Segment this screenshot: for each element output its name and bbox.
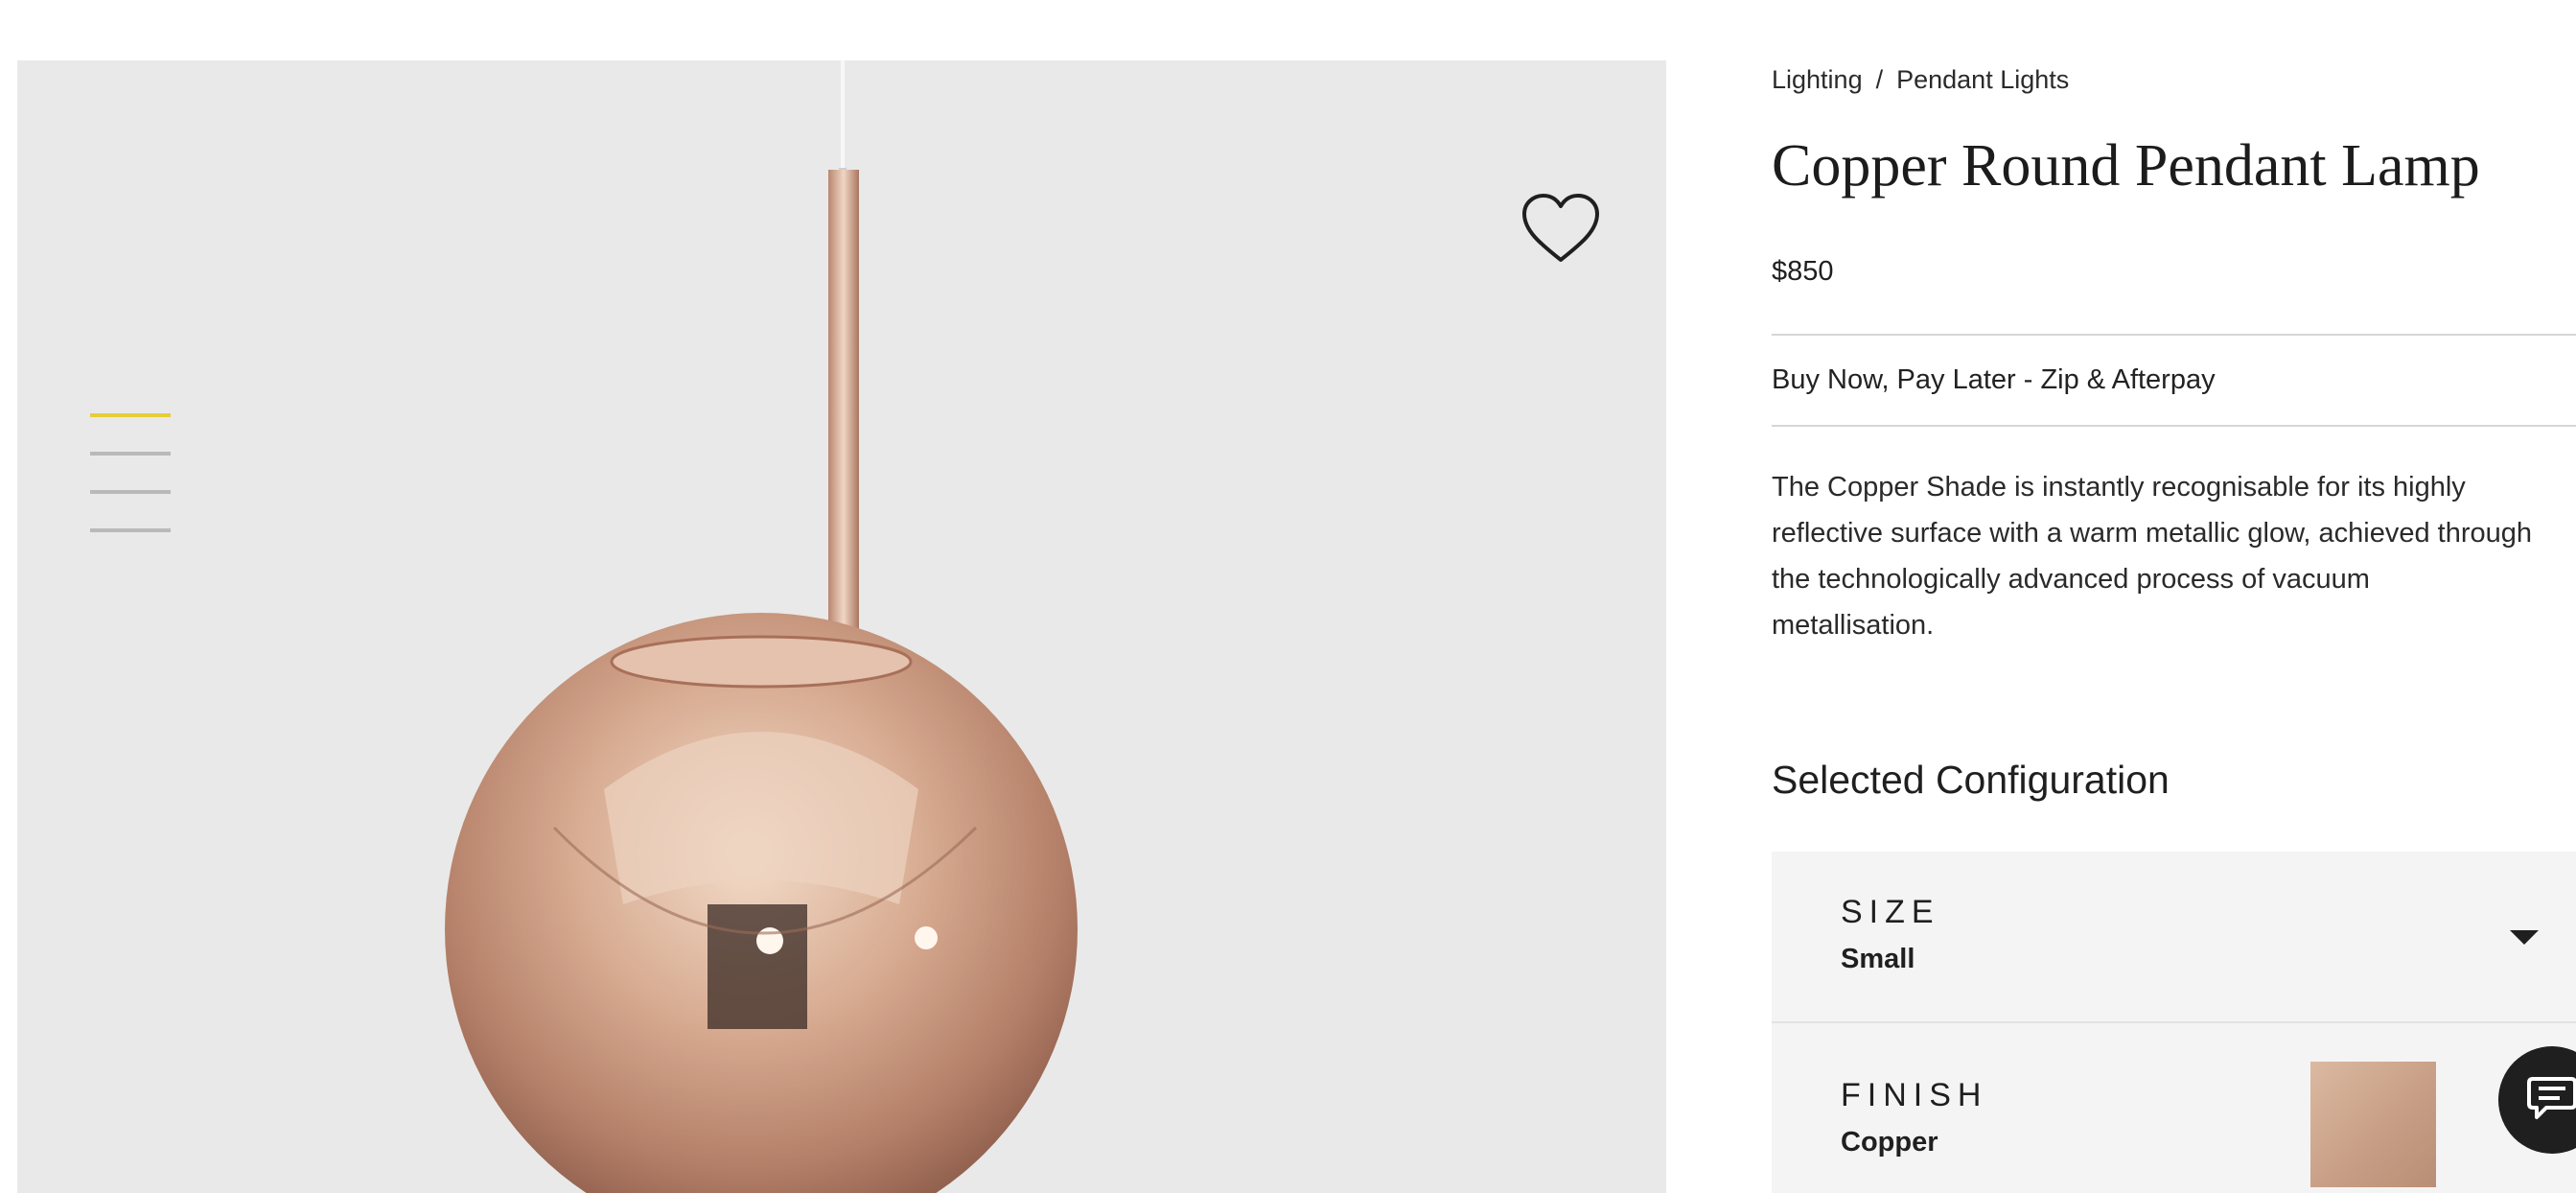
breadcrumb-separator: / (1875, 65, 1884, 94)
image-pager-item-4[interactable] (90, 528, 171, 532)
breadcrumb: Lighting / Pendant Lights (1772, 65, 2069, 95)
finish-selector[interactable]: FINISH Copper (1772, 1023, 2576, 1193)
finish-value: Copper (1841, 1127, 1938, 1158)
product-image[interactable] (17, 60, 1666, 1193)
image-pager-item-2[interactable] (90, 452, 171, 456)
product-description: The Copper Shade is instantly recognisab… (1772, 472, 2533, 641)
product-info: Lighting / Pendant Lights Copper Round Pen… (1772, 0, 2576, 1193)
product-title: Copper Round Pendant Lamp (1772, 133, 2480, 199)
finish-label: FINISH (1841, 1077, 1988, 1113)
image-pager-item-3[interactable] (90, 490, 171, 494)
product-price: $850 (1772, 256, 1834, 287)
image-pager (90, 413, 176, 567)
configuration-heading: Selected Configuration (1772, 758, 2170, 802)
divider (1772, 425, 2576, 427)
size-selector[interactable]: SIZE Small (1772, 852, 2576, 1021)
divider (1772, 334, 2576, 336)
chat-bubble-icon (2527, 1077, 2576, 1119)
image-pager-item-1[interactable] (90, 413, 171, 417)
finish-swatch (2310, 1062, 2436, 1187)
breadcrumb-pendant-lights[interactable]: Pendant Lights (1896, 65, 2069, 94)
size-value: Small (1841, 944, 1915, 974)
finance-options-link[interactable]: Buy Now, Pay Later - Zip & Afterpay (1772, 364, 2216, 396)
breadcrumb-lighting[interactable]: Lighting (1772, 65, 1863, 94)
product-image-gallery (17, 60, 1666, 1193)
size-label: SIZE (1841, 894, 1940, 930)
caret-down-icon (2510, 930, 2539, 945)
wishlist-heart-icon[interactable] (1520, 193, 1601, 266)
